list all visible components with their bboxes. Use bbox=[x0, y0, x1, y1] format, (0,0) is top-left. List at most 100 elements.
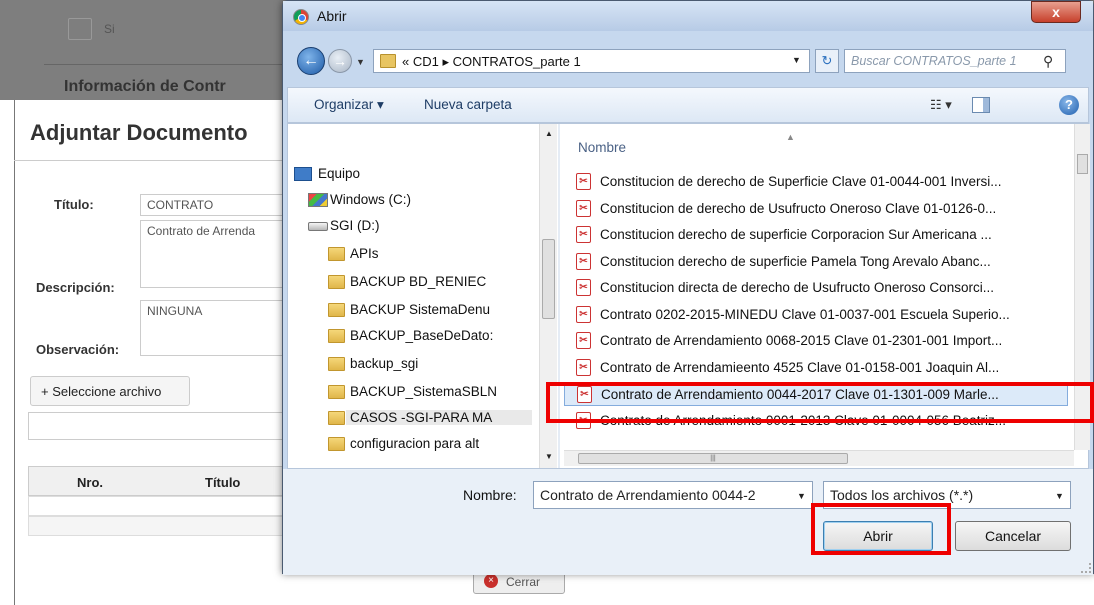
folder-icon bbox=[328, 411, 345, 425]
command-toolbar: Organizar ▾ Nueva carpeta ☷ ▾ ? bbox=[287, 87, 1089, 123]
folder-icon bbox=[328, 303, 345, 317]
address-bar[interactable]: « CD1 ▸ CONTRATOS_parte 1 ▼ bbox=[373, 49, 810, 73]
pdf-file-icon: ✂ bbox=[576, 199, 591, 217]
modal-heading: Adjuntar Documento bbox=[30, 120, 248, 145]
pdf-file-icon: ✂ bbox=[576, 173, 591, 190]
drive-icon bbox=[308, 222, 328, 231]
file-item[interactable]: ✂ Contrato 0202-2015-MINEDU Clave 01-0037… bbox=[564, 303, 1068, 327]
folder-icon bbox=[328, 247, 345, 261]
pdf-file-icon: ✂ bbox=[576, 332, 591, 349]
file-name: Constitucion de derecho de Usufructo One… bbox=[600, 200, 997, 216]
file-item[interactable]: ✂ Constitucion derecho de superficie Corp… bbox=[564, 223, 1068, 247]
nav-item[interactable]: BACKUP_BaseDeDato: bbox=[350, 328, 493, 343]
folder-icon bbox=[328, 385, 345, 399]
highlight-open-button bbox=[811, 503, 951, 555]
open-file-dialog: Abrir x ← → ▼ « CD1 ▸ CONTRATOS_parte 1 … bbox=[282, 0, 1094, 575]
select-file-button[interactable]: + Seleccione archivo bbox=[30, 376, 190, 406]
nav-item[interactable]: Windows (C:) bbox=[330, 192, 411, 207]
file-name: Constitucion directa de derecho de Usufr… bbox=[600, 280, 994, 295]
file-name: Contrato de Arrendamiento 0068-2015 Clav… bbox=[600, 333, 1003, 348]
close-icon: × bbox=[484, 574, 498, 588]
nav-item[interactable]: SGI (D:) bbox=[330, 218, 380, 233]
new-folder-button[interactable]: Nueva carpeta bbox=[424, 97, 512, 112]
sort-arrow-icon: ▲ bbox=[786, 132, 795, 142]
navigation-pane: Equipo Windows (C:) SGI (D:) APIs BACKUP BD_… bbox=[288, 124, 558, 468]
nav-item[interactable]: configuracion para alt bbox=[350, 436, 479, 451]
chevron-down-icon[interactable]: ▼ bbox=[1055, 491, 1064, 501]
titulo-field[interactable]: CONTRATO bbox=[140, 194, 300, 216]
horizontal-scrollbar[interactable]: ||| bbox=[564, 450, 1074, 466]
preview-pane-icon[interactable] bbox=[972, 97, 990, 113]
nav-item[interactable]: backup_sgi bbox=[350, 356, 418, 371]
nav-item[interactable]: CASOS -SGI-PARA MA bbox=[346, 410, 533, 425]
si-label: Si bbox=[104, 22, 115, 36]
forward-arrow-icon[interactable]: → bbox=[328, 49, 352, 73]
file-name: Contrato 0202-2015-MINEDU Clave 01-0037-… bbox=[600, 306, 1010, 322]
nav-item[interactable]: APIs bbox=[350, 246, 379, 261]
file-name: Contrato de Arrendamieento 4525 Clave 01… bbox=[600, 359, 1000, 375]
dialog-footer: Nombre: Contrato de Arrendamiento 0044-2… bbox=[283, 469, 1093, 575]
computer-icon bbox=[294, 167, 312, 181]
resize-grip-icon[interactable] bbox=[1081, 563, 1091, 573]
folder-icon bbox=[328, 329, 345, 343]
table-header: Nro. Título bbox=[28, 466, 298, 496]
dialog-title: Abrir bbox=[317, 8, 347, 24]
scroll-up-icon[interactable]: ▲ bbox=[545, 129, 553, 138]
search-input[interactable]: Buscar CONTRATOS_parte 1 bbox=[844, 49, 1066, 73]
highlight-selected-file bbox=[546, 382, 1094, 423]
filename-label: Nombre: bbox=[463, 487, 517, 503]
observacion-field[interactable]: NINGUNA bbox=[140, 300, 300, 356]
chevron-down-icon[interactable]: ▼ bbox=[797, 491, 806, 501]
nav-item[interactable]: BACKUP_SistemaSBLN bbox=[350, 384, 497, 399]
navigation-bar: ← → ▼ « CD1 ▸ CONTRATOS_parte 1 ▼ ↻ Busc… bbox=[283, 41, 1093, 81]
file-item[interactable]: ✂ Constitucion de derecho de Superficie C… bbox=[564, 170, 1068, 194]
dialog-titlebar: Abrir x bbox=[283, 1, 1093, 31]
file-name: Constitucion derecho de superficie Corpo… bbox=[600, 227, 992, 242]
help-icon[interactable]: ? bbox=[1059, 95, 1079, 115]
table-row bbox=[28, 496, 298, 516]
folder-icon bbox=[328, 437, 345, 451]
search-icon[interactable]: ⚲ bbox=[1043, 53, 1053, 70]
scroll-thumb[interactable] bbox=[1077, 154, 1088, 174]
descripcion-label: Descripción: bbox=[36, 280, 115, 295]
info-title: Información de Contr bbox=[64, 78, 226, 95]
divider bbox=[14, 160, 294, 161]
chevron-down-icon[interactable]: ▼ bbox=[792, 55, 801, 65]
cancel-button[interactable]: Cancelar bbox=[955, 521, 1071, 551]
file-name: Constitucion de derecho de Superficie Cl… bbox=[600, 174, 1002, 189]
file-item[interactable]: ✂ Constitucion directa de derecho de Usuf… bbox=[564, 276, 1068, 300]
file-item[interactable]: ✂ Constitucion derecho de superficie Pame… bbox=[564, 250, 1068, 274]
chrome-icon bbox=[293, 9, 309, 25]
dialog-close-button[interactable]: x bbox=[1031, 1, 1081, 23]
pdf-file-icon: ✂ bbox=[576, 279, 591, 296]
file-item[interactable]: ✂ Constitucion de derecho de Usufructo On… bbox=[564, 197, 1068, 221]
history-dropdown-icon[interactable]: ▼ bbox=[356, 57, 365, 67]
scroll-thumb[interactable]: ||| bbox=[578, 453, 848, 464]
scroll-thumb[interactable] bbox=[542, 239, 555, 319]
col-nro: Nro. bbox=[77, 475, 103, 490]
views-icon[interactable]: ☷ ▾ bbox=[930, 97, 952, 113]
nav-item[interactable]: Equipo bbox=[318, 166, 360, 181]
file-item[interactable]: ✂ Contrato de Arrendamiento 0068-2015 Cla… bbox=[564, 329, 1068, 353]
back-arrow-icon[interactable]: ← bbox=[297, 47, 325, 75]
titulo-label: Título: bbox=[54, 197, 94, 212]
descripcion-field[interactable]: Contrato de Arrenda bbox=[140, 220, 300, 288]
file-list-box bbox=[28, 412, 288, 440]
pdf-file-icon: ✂ bbox=[576, 358, 591, 376]
file-name: Constitucion derecho de superficie Pamel… bbox=[600, 253, 991, 269]
refresh-icon[interactable]: ↻ bbox=[815, 49, 839, 73]
windows-drive-icon bbox=[308, 193, 328, 207]
pdf-file-icon: ✂ bbox=[576, 305, 591, 323]
nav-item[interactable]: BACKUP SistemaDenu bbox=[350, 302, 490, 317]
filename-input[interactable]: Contrato de Arrendamiento 0044-2 bbox=[533, 481, 813, 509]
table-row bbox=[28, 516, 298, 536]
scroll-down-icon[interactable]: ▼ bbox=[545, 452, 553, 461]
pdf-file-icon: ✂ bbox=[576, 226, 591, 243]
folder-icon bbox=[380, 54, 396, 68]
file-item[interactable]: ✂ Contrato de Arrendamieento 4525 Clave 0… bbox=[564, 356, 1068, 380]
column-header-name[interactable]: Nombre bbox=[578, 140, 626, 155]
si-checkbox[interactable] bbox=[68, 18, 92, 40]
nav-item[interactable]: BACKUP BD_RENIEC bbox=[350, 274, 486, 289]
divider bbox=[44, 64, 304, 65]
organize-menu[interactable]: Organizar ▾ bbox=[314, 97, 384, 113]
